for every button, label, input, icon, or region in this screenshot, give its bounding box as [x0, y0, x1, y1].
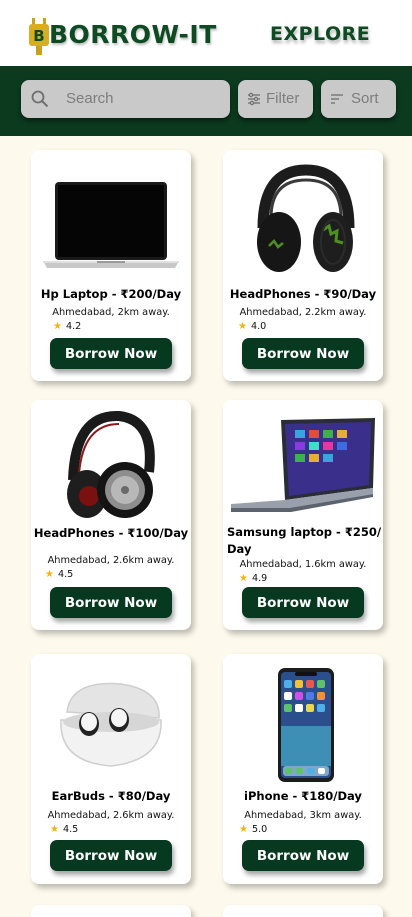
rating-value: 4.5 [57, 569, 74, 580]
star-icon: ★ [239, 824, 248, 835]
sort-lines-icon [331, 94, 343, 104]
product-card[interactable]: Hp Laptop - ₹200/Day Ahmedabad, 2km away… [31, 150, 191, 381]
star-icon: ★ [45, 569, 54, 580]
star-icon: ★ [53, 321, 62, 332]
search-icon [31, 90, 49, 108]
rating-value: 4.0 [250, 321, 267, 332]
headphones-image [67, 410, 155, 518]
rating-value: 4.5 [62, 824, 79, 835]
headphones-image [257, 164, 355, 272]
product-rating: ★ 5.0 [239, 824, 267, 835]
earbuds-image [60, 682, 162, 767]
borrow-now-button[interactable]: Borrow Now [50, 338, 172, 369]
borrow-now-button[interactable]: Borrow Now [50, 840, 172, 871]
rating-value: 5.0 [251, 824, 268, 835]
borrow-now-button[interactable]: Borrow Now [50, 587, 172, 618]
phone-image [278, 668, 334, 782]
search-placeholder: Search [66, 90, 114, 107]
borrow-now-button[interactable]: Borrow Now [242, 338, 364, 369]
sliders-icon [248, 92, 260, 106]
product-rating: ★ 4.9 [239, 573, 267, 584]
laptop-image [43, 182, 179, 268]
product-location: Ahmedabad, 2.2km away. [239, 307, 367, 318]
product-rating: ★ 4.2 [53, 321, 81, 332]
borrow-now-button[interactable]: Borrow Now [242, 840, 364, 871]
star-icon: ★ [239, 573, 248, 584]
product-card[interactable] [223, 905, 383, 917]
product-card[interactable]: iPhone - ₹180/Day Ahmedabad, 3km away. ★… [223, 654, 383, 884]
rating-value: 4.9 [251, 573, 268, 584]
search-toolbar: Search Filter Sort [0, 66, 412, 136]
product-card[interactable]: HeadPhones - ₹100/Day Ahmedabad, 2.6km a… [31, 400, 191, 630]
product-title: EarBuds - ₹80/Day [51, 789, 171, 803]
sort-button[interactable]: Sort [321, 80, 396, 118]
product-location: Ahmedabad, 2.6km away. [47, 555, 175, 566]
product-title: iPhone - ₹180/Day [244, 789, 362, 803]
product-card[interactable] [31, 905, 191, 917]
product-title: Samsung laptop - ₹250/ Day [227, 525, 382, 556]
star-icon: ★ [50, 824, 59, 835]
brand-title: BORROW-IT [49, 20, 217, 49]
product-rating: ★ 4.5 [50, 824, 78, 835]
explore-link[interactable]: EXPLORE [270, 23, 370, 45]
app-header: B BORROW-IT EXPLORE [0, 0, 412, 66]
plug-logo-icon: B [29, 18, 49, 55]
sort-label: Sort [351, 90, 379, 107]
product-title: HeadPhones - ₹90/Day [229, 287, 377, 301]
product-card[interactable]: EarBuds - ₹80/Day Ahmedabad, 2.6km away.… [31, 654, 191, 884]
product-title: Hp Laptop - ₹200/Day [40, 287, 182, 301]
rating-value: 4.2 [65, 321, 82, 332]
svg-text:B: B [33, 27, 44, 45]
product-location: Ahmedabad, 2km away. [52, 307, 170, 318]
filter-button[interactable]: Filter [238, 80, 313, 118]
search-input[interactable]: Search [21, 80, 230, 118]
star-icon: ★ [238, 321, 247, 332]
product-location: Ahmedabad, 1.6km away. [239, 559, 367, 570]
product-location: Ahmedabad, 3km away. [244, 810, 362, 821]
filter-label: Filter [266, 90, 300, 107]
product-card[interactable]: Samsung laptop - ₹250/ Day Ahmedabad, 1.… [223, 400, 383, 630]
product-rating: ★ 4.5 [45, 569, 73, 580]
product-title: HeadPhones - ₹100/Day [33, 526, 189, 540]
product-location: Ahmedabad, 2.6km away. [47, 810, 175, 821]
borrow-now-button[interactable]: Borrow Now [242, 587, 364, 618]
product-rating: ★ 4.0 [238, 321, 266, 332]
laptop-image [231, 418, 375, 512]
product-card[interactable]: HeadPhones - ₹90/Day Ahmedabad, 2.2km aw… [223, 150, 383, 381]
